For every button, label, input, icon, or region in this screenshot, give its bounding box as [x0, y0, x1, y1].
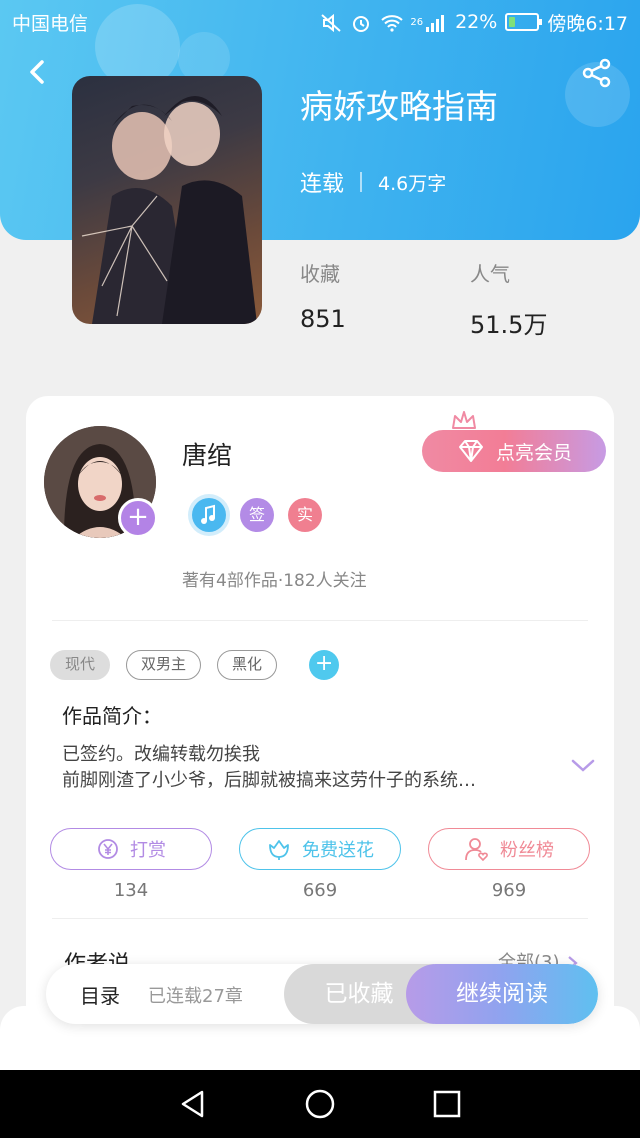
diamond-icon	[458, 440, 483, 462]
send-flower-button[interactable]: 免费送花	[239, 828, 401, 870]
share-button[interactable]	[580, 56, 614, 90]
flower-count: 669	[302, 880, 338, 901]
book-detail-screen: 中国电信 26 22% 傍晚6:17 病娇攻略指南 连载 4.6万字 收藏 85…	[0, 0, 640, 1138]
chapter-count: 已连载27章	[148, 986, 243, 1007]
author-badges: 签 实	[192, 498, 322, 532]
mute-icon	[320, 13, 342, 33]
stat-value: 851	[300, 305, 346, 333]
chevron-left-icon	[30, 60, 44, 84]
real-name-badge: 实	[288, 498, 322, 532]
intro-title: 作品简介：	[62, 704, 162, 728]
nav-home-icon[interactable]	[303, 1087, 337, 1121]
share-icon	[582, 58, 611, 88]
chevron-down-icon[interactable]	[570, 758, 596, 774]
author-works-followers: 著有4部作品·182人关注	[182, 571, 367, 591]
word-count: 4.6万字	[378, 172, 447, 195]
book-meta: 连载 4.6万字	[300, 166, 446, 198]
meta-divider	[360, 172, 363, 192]
tip-action: 打赏 134	[50, 828, 212, 901]
carrier-label: 中国电信	[12, 12, 89, 35]
toc-button[interactable]: 目录	[80, 980, 120, 1009]
fan-ranking-label: 粉丝榜	[500, 840, 554, 861]
status-bar: 中国电信 26 22% 傍晚6:17	[0, 0, 640, 44]
continue-reading-button[interactable]: 继续阅读	[406, 964, 598, 1024]
back-button[interactable]	[22, 56, 54, 88]
alarm-icon	[350, 13, 372, 32]
network-type-label: 26	[410, 16, 424, 28]
favorites-stat: 收藏 851	[300, 258, 346, 333]
nav-back-icon[interactable]	[176, 1087, 210, 1121]
tip-label: 打赏	[130, 840, 166, 861]
tag-item[interactable]: 双男主	[126, 650, 202, 680]
battery-percent: 22%	[455, 11, 498, 33]
clock: 傍晚6:17	[547, 12, 628, 35]
bottom-action-bar: 目录 已连载27章 已收藏 继续阅读	[46, 964, 598, 1024]
music-note-icon	[192, 498, 226, 532]
vip-member-label: 点亮会员	[495, 441, 572, 464]
follow-author-button[interactable]: +	[118, 498, 158, 538]
yen-coin-icon	[98, 839, 118, 859]
fan-ranking-button[interactable]: 粉丝榜	[428, 828, 590, 870]
signal-icon	[425, 13, 447, 32]
tag-item[interactable]: 黑化	[217, 650, 278, 680]
nav-recents-icon[interactable]	[430, 1087, 464, 1121]
divider	[52, 918, 588, 919]
send-flower-label: 免费送花	[302, 840, 374, 861]
tip-count: 134	[113, 880, 149, 901]
book-cover[interactable]	[72, 76, 262, 324]
system-nav-bar	[0, 1070, 640, 1138]
popularity-stat: 人气 51.5万	[470, 258, 547, 340]
add-tag-button[interactable]: +	[309, 650, 340, 680]
stat-value: 51.5万	[470, 311, 548, 339]
fan-person-icon	[465, 838, 488, 862]
serial-status: 连载	[300, 172, 345, 197]
tag-item[interactable]: 现代	[50, 650, 111, 680]
fans-count: 969	[491, 880, 527, 901]
divider	[52, 620, 588, 621]
crown-icon	[452, 411, 476, 429]
flower-icon	[269, 840, 289, 860]
battery-icon	[505, 13, 543, 31]
sign-badge: 签	[240, 498, 274, 532]
stat-label: 人气	[470, 262, 510, 286]
book-title: 病娇攻略指南	[300, 87, 498, 126]
wifi-icon	[380, 13, 404, 32]
flower-action: 免费送花 669	[239, 828, 401, 901]
fans-action: 粉丝榜 969	[428, 828, 590, 901]
vip-member-button[interactable]: 点亮会员	[422, 430, 606, 472]
action-row: 打赏 134 免费送花 669 粉丝榜 969	[50, 828, 590, 901]
tip-button[interactable]: 打赏	[50, 828, 212, 870]
intro-text: 已签约。改编转载勿挨我 前脚刚渣了小少爷，后脚就被搞来这劳什子的系统…	[62, 744, 476, 791]
author-name: 唐绾	[182, 441, 233, 470]
tag-list: 现代 双男主 黑化 +	[50, 650, 340, 680]
stat-label: 收藏	[300, 262, 340, 286]
